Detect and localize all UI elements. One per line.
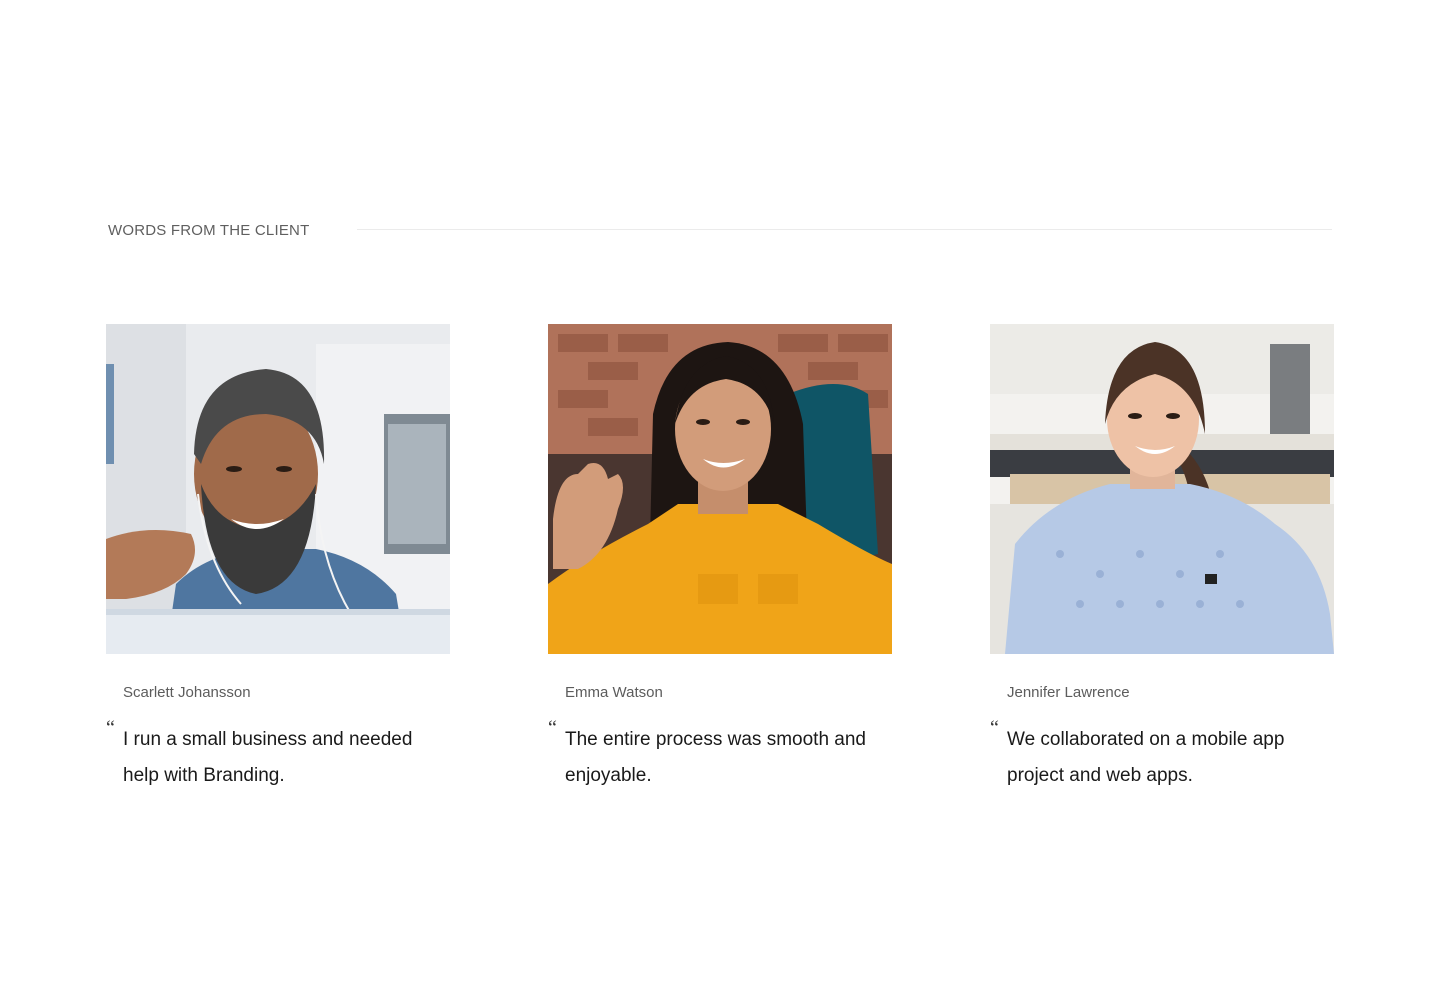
client-photo (990, 324, 1334, 654)
client-photo (548, 324, 892, 654)
quote-text: We collaborated on a mobile app project … (1007, 729, 1285, 786)
testimonial-card: Scarlett Johansson “ I run a small busin… (106, 324, 450, 794)
testimonial-card: Jennifer Lawrence “ We collaborated on a… (990, 324, 1334, 794)
quote-mark-icon: “ (990, 717, 999, 739)
client-photo (106, 324, 450, 654)
quote-mark-icon: “ (548, 717, 557, 739)
client-name: Jennifer Lawrence (1007, 684, 1130, 701)
quote-mark-icon: “ (106, 717, 115, 739)
quote-text: The entire process was smooth and enjoya… (565, 729, 866, 786)
testimonial-quote: “ I run a small business and needed help… (106, 718, 450, 794)
section-header: WORDS FROM THE CLIENT (108, 218, 1332, 242)
testimonial-card: Emma Watson “ The entire process was smo… (548, 324, 892, 794)
testimonial-quote: “ We collaborated on a mobile app projec… (990, 718, 1334, 794)
testimonials-section: WORDS FROM THE CLIENT Scarlett Johansson… (0, 0, 1440, 1000)
client-name: Scarlett Johansson (123, 684, 251, 701)
testimonial-quote: “ The entire process was smooth and enjo… (548, 718, 892, 794)
quote-text: I run a small business and needed help w… (123, 729, 413, 786)
section-title: WORDS FROM THE CLIENT (108, 221, 310, 239)
section-divider (357, 228, 1332, 230)
client-name: Emma Watson (565, 684, 663, 701)
testimonial-list: Scarlett Johansson “ I run a small busin… (106, 324, 1334, 794)
